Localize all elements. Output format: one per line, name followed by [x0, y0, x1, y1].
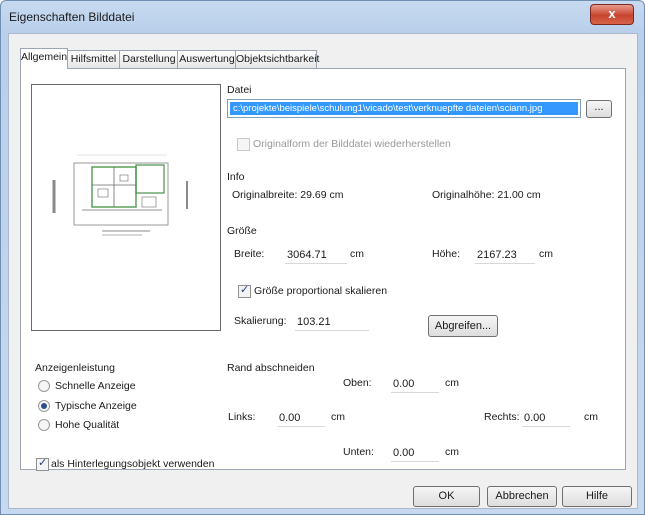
title-bar[interactable]: Eigenschaften Bilddatei x — [1, 1, 644, 33]
radio-fast-display-label: Schnelle Anzeige — [55, 380, 136, 392]
ok-button[interactable]: OK — [413, 486, 480, 507]
restore-original-label: Originalform der Bilddatei wiederherstel… — [253, 138, 451, 150]
file-path-input[interactable]: c:\projekte\beispiele\schulung1\vicado\t… — [227, 99, 581, 118]
crop-left-label: Links: — [228, 411, 256, 423]
file-path-value: c:\projekte\beispiele\schulung1\vicado\t… — [230, 102, 578, 115]
crop-right-label: Rechts: — [484, 411, 520, 423]
display-quality-group-label: Anzeigenleistung — [35, 362, 115, 374]
proportional-scaling-checkbox[interactable] — [238, 283, 251, 298]
radio-high-quality-label: Hohe Qualität — [55, 419, 120, 431]
info-group-label: Info — [227, 171, 245, 183]
crop-right-unit: cm — [584, 411, 598, 423]
pick-button[interactable]: Abgreifen... — [428, 315, 498, 337]
tab-objektsichtbarkeit[interactable]: Objektsichtbarkeit — [235, 50, 319, 68]
radio-fast-display[interactable] — [38, 380, 50, 392]
original-width-text: Originalbreite: 29.69 cm — [232, 189, 344, 201]
crop-top-label: Oben: — [343, 377, 372, 389]
close-button[interactable]: x — [590, 4, 634, 25]
size-group-label: Größe — [227, 225, 257, 237]
crop-left-unit: cm — [331, 411, 345, 423]
tab-allgemein[interactable]: Allgemein — [20, 48, 68, 69]
crop-top-unit: cm — [445, 377, 459, 389]
tab-auswertung[interactable]: Auswertung — [177, 50, 237, 68]
width-input[interactable]: 3064.71 — [285, 244, 347, 264]
restore-original-checkbox[interactable] — [237, 138, 250, 151]
file-group-label: Datei — [227, 84, 252, 96]
image-preview — [31, 84, 221, 331]
crop-right-input[interactable]: 0.00 — [522, 407, 570, 427]
scale-label: Skalierung: — [234, 315, 287, 327]
dialog-window: Eigenschaften Bilddatei x Allgemein Hilf… — [0, 0, 645, 515]
tab-darstellung[interactable]: Darstellung — [119, 50, 179, 68]
window-title: Eigenschaften Bilddatei — [9, 10, 135, 24]
floor-plan-thumbnail — [52, 154, 188, 236]
radio-typical-display[interactable] — [38, 400, 50, 412]
height-input[interactable]: 2167.23 — [475, 244, 535, 264]
dialog-client-area: Allgemein Hilfsmittel Darstellung Auswer… — [8, 33, 638, 509]
crop-bottom-input[interactable]: 0.00 — [391, 442, 439, 462]
background-object-checkbox[interactable] — [36, 456, 49, 471]
height-label: Höhe: — [432, 248, 461, 260]
height-unit: cm — [539, 248, 553, 260]
original-height-text: Originalhöhe: 21.00 cm — [432, 189, 541, 201]
proportional-scaling-label: Größe proportional skalieren — [254, 285, 388, 297]
cancel-button[interactable]: Abbrechen — [487, 486, 557, 507]
help-button[interactable]: Hilfe — [562, 486, 632, 507]
crop-group-label: Rand abschneiden — [227, 362, 315, 374]
crop-left-input[interactable]: 0.00 — [277, 407, 325, 427]
browse-button[interactable]: ... — [586, 100, 612, 118]
scale-input[interactable]: 103.21 — [295, 311, 369, 331]
radio-typical-display-label: Typische Anzeige — [55, 400, 137, 412]
crop-bottom-label: Unten: — [343, 446, 374, 458]
width-unit: cm — [350, 248, 364, 260]
crop-top-input[interactable]: 0.00 — [391, 373, 439, 393]
crop-bottom-unit: cm — [445, 446, 459, 458]
radio-high-quality[interactable] — [38, 419, 50, 431]
width-label: Breite: — [234, 248, 265, 260]
tab-hilfsmittel[interactable]: Hilfsmittel — [66, 50, 121, 68]
background-object-label: als Hinterlegungsobjekt verwenden — [51, 458, 215, 470]
